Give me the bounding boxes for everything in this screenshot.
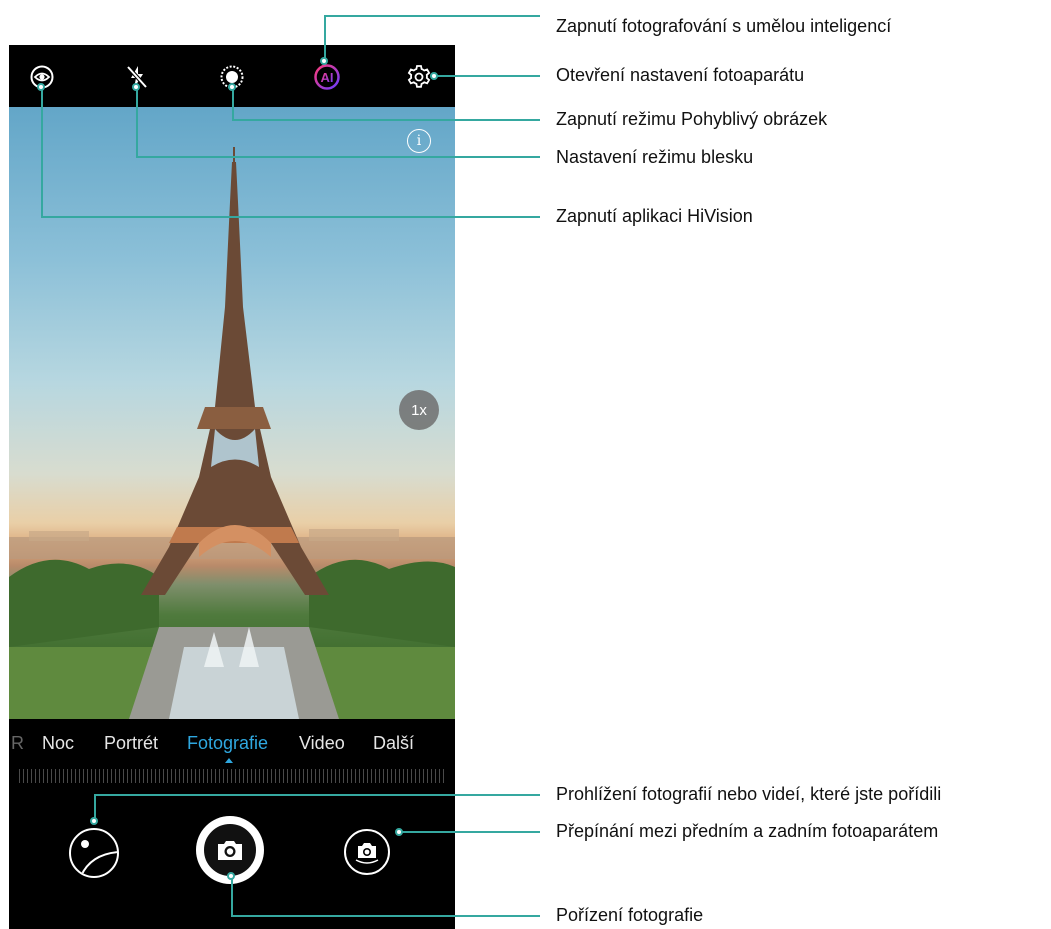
annotation-flash: Nastavení režimu blesku	[556, 147, 754, 167]
annotation-switch-camera: Přepínání mezi předním a zadním fotoapar…	[556, 821, 939, 841]
gallery-icon	[80, 840, 117, 876]
settings-icon[interactable]	[405, 63, 433, 91]
mode-video[interactable]: Video	[299, 733, 345, 754]
annotation-ai: Zapnutí fotografování s umělou inteligen…	[556, 16, 892, 36]
mode-portret[interactable]: Portrét	[104, 733, 158, 754]
ai-icon[interactable]: AI	[313, 63, 341, 91]
switch-camera-button[interactable]	[344, 829, 390, 875]
mode-fotografie[interactable]: Fotografie	[187, 733, 268, 754]
mode-dalsi[interactable]: Další	[373, 733, 414, 754]
info-icon[interactable]: i	[407, 129, 431, 153]
gallery-button[interactable]	[69, 828, 119, 878]
selected-mode-indicator	[225, 758, 233, 763]
annotation-moving-picture: Zapnutí režimu Pohyblivý obrázek	[556, 109, 828, 129]
mode-selector: R Noc Portrét Fotografie Video Další	[9, 719, 455, 789]
camera-icon	[218, 841, 242, 860]
mode-partial: R	[11, 733, 24, 753]
mode-ruler[interactable]	[19, 769, 445, 783]
zoom-label: 1x	[411, 401, 427, 419]
eiffel-tower-photo	[9, 147, 455, 719]
camera-screen: AI i 1x R Noc Portrét Fotografie Video D…	[9, 45, 455, 929]
annotation-shutter: Pořízení fotografie	[556, 905, 704, 925]
ai-icon-text: AI	[321, 70, 334, 85]
annotation-settings: Otevření nastavení fotoaparátu	[556, 65, 805, 85]
annotation-hivision: Zapnutí aplikaci HiVision	[556, 206, 753, 226]
switch-camera-icon	[355, 843, 379, 864]
annotation-gallery: Prohlížení fotografií nebo videí, které …	[556, 784, 942, 804]
mode-noc[interactable]: Noc	[42, 733, 74, 754]
zoom-button[interactable]: 1x	[399, 390, 439, 430]
viewfinder[interactable]: i 1x	[9, 107, 455, 719]
